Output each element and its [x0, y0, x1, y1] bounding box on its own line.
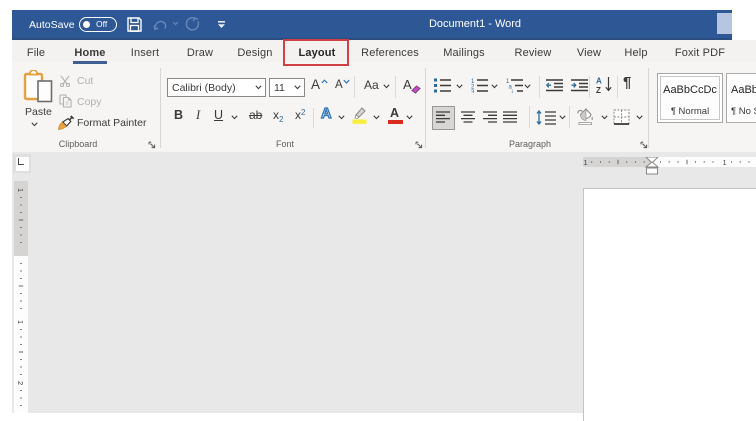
svg-text:3: 3: [471, 90, 475, 93]
svg-text:2: 2: [16, 381, 25, 385]
svg-text:Z: Z: [596, 86, 601, 94]
svg-text:1: 1: [16, 188, 25, 192]
svg-text:i: i: [512, 90, 513, 93]
svg-text:A: A: [596, 77, 602, 86]
svg-text:1: 1: [723, 158, 727, 167]
svg-text:1: 1: [584, 158, 588, 167]
svg-text:1: 1: [16, 320, 25, 324]
